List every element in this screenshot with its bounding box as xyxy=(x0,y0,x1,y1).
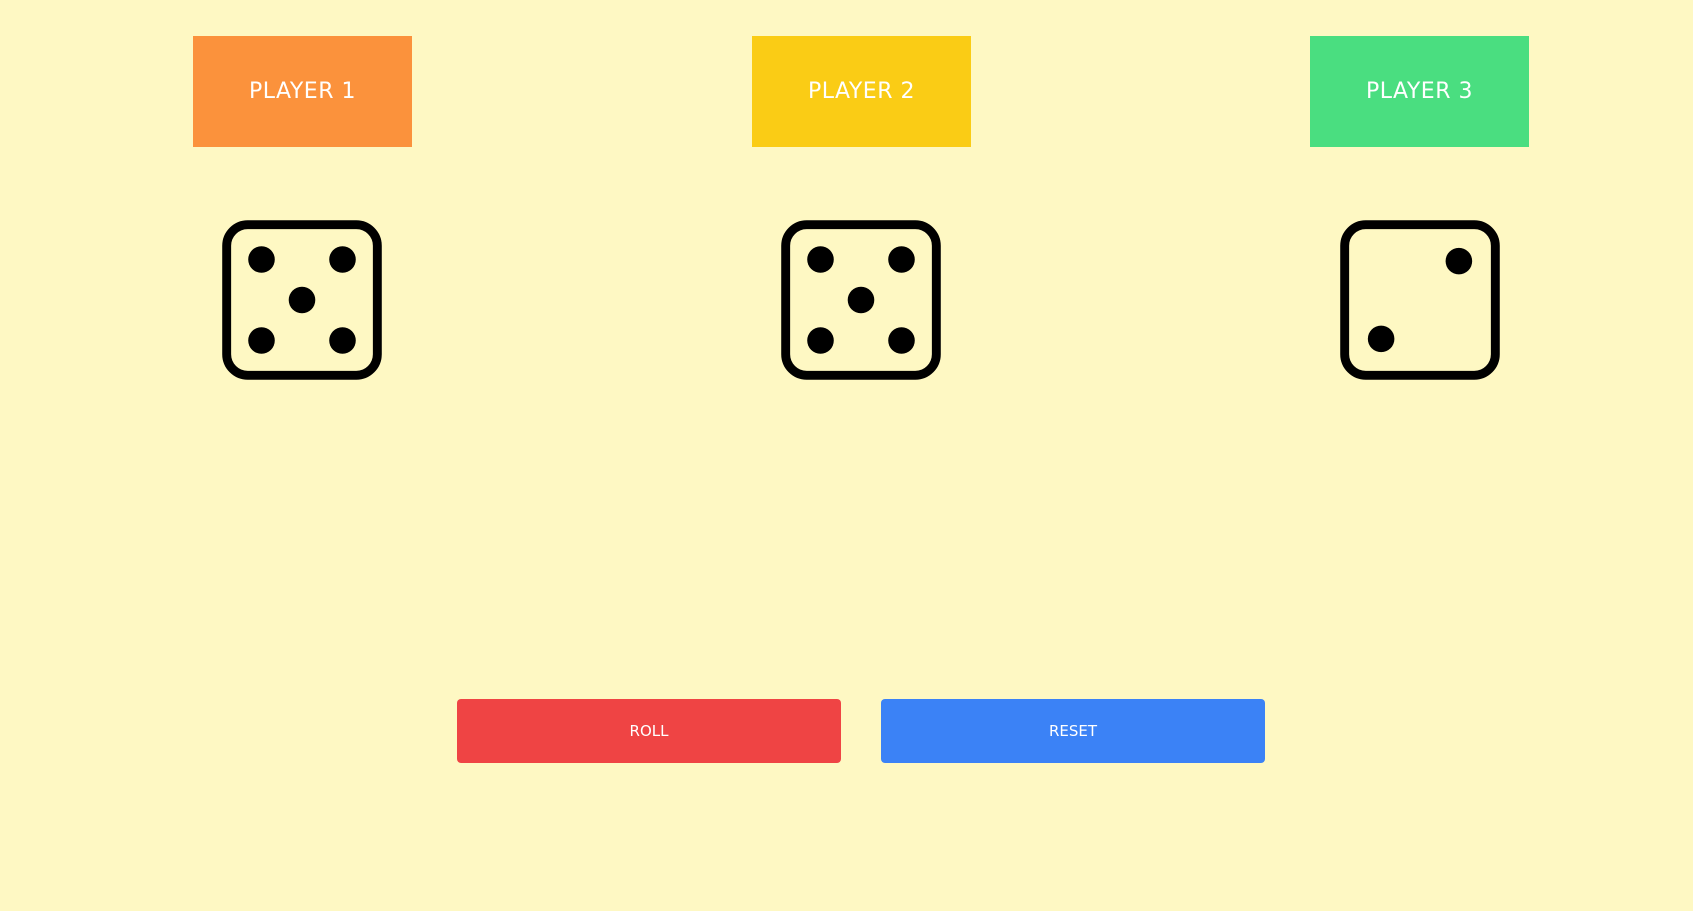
die-pip xyxy=(847,286,875,314)
die-face-outline xyxy=(1340,220,1500,380)
die-pip xyxy=(1445,247,1473,275)
die-pip xyxy=(888,246,915,273)
dice-five-icon xyxy=(221,219,383,381)
dice-two-icon xyxy=(1339,219,1501,381)
die-pip xyxy=(248,327,275,354)
die-pip xyxy=(329,327,356,354)
reset-button[interactable]: RESET xyxy=(881,699,1265,763)
player-2-label: PLAYER 2 xyxy=(752,36,971,147)
dice-five-icon xyxy=(780,219,942,381)
die-pip xyxy=(1367,325,1395,353)
die-pip xyxy=(807,327,834,354)
die-pip xyxy=(888,327,915,354)
die-pip xyxy=(248,246,275,273)
roll-button[interactable]: ROLL xyxy=(457,699,841,763)
die-pip xyxy=(807,246,834,273)
player-1-label: PLAYER 1 xyxy=(193,36,412,147)
die-pip xyxy=(288,286,316,314)
die-pip xyxy=(329,246,356,273)
player-3-label: PLAYER 3 xyxy=(1310,36,1529,147)
